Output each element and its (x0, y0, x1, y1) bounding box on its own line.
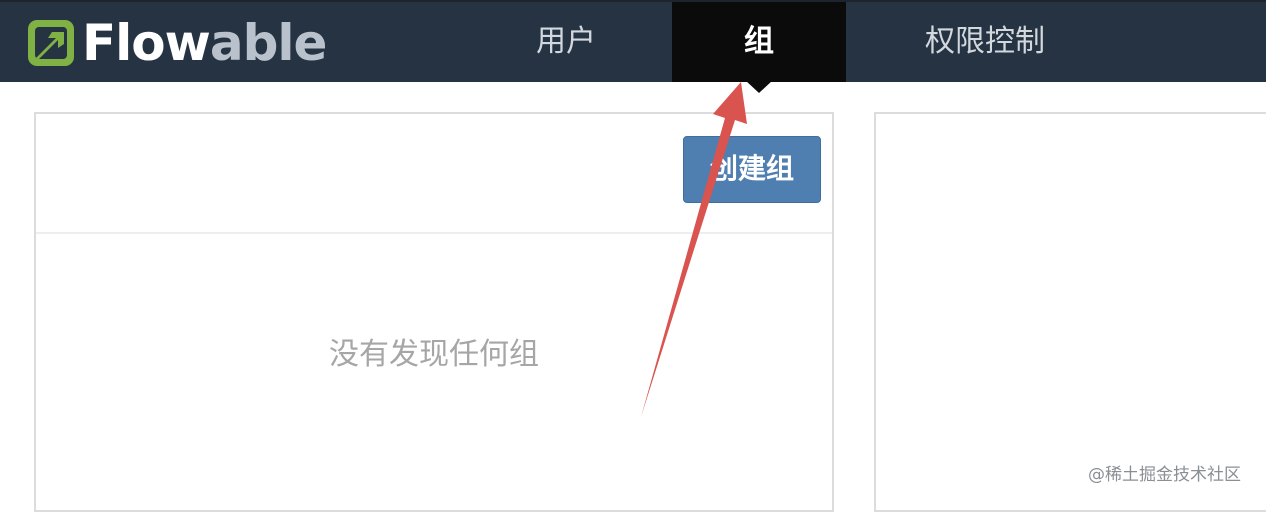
flowable-logo[interactable]: Flowable (26, 14, 327, 72)
flowable-arrow-logo-icon (28, 20, 74, 66)
nav-tab-users[interactable]: 用户 (480, 2, 652, 82)
nav-tab-permissions[interactable]: 权限控制 (880, 2, 1090, 82)
watermark-text: @稀土掘金技术社区 (1088, 465, 1241, 485)
nav-tab-groups[interactable]: 组 (672, 2, 846, 82)
active-tab-caret (745, 80, 773, 93)
panel-header: 创建组 (36, 114, 832, 234)
create-group-button[interactable]: 创建组 (683, 136, 821, 203)
groups-list-panel: 创建组 没有发现任何组 (34, 112, 834, 512)
group-detail-panel (874, 112, 1266, 512)
top-navbar: Flowable 用户 组 权限控制 (0, 0, 1266, 82)
empty-state-message: 没有发现任何组 (329, 337, 539, 372)
logo-wordmark: Flowable (82, 14, 327, 72)
